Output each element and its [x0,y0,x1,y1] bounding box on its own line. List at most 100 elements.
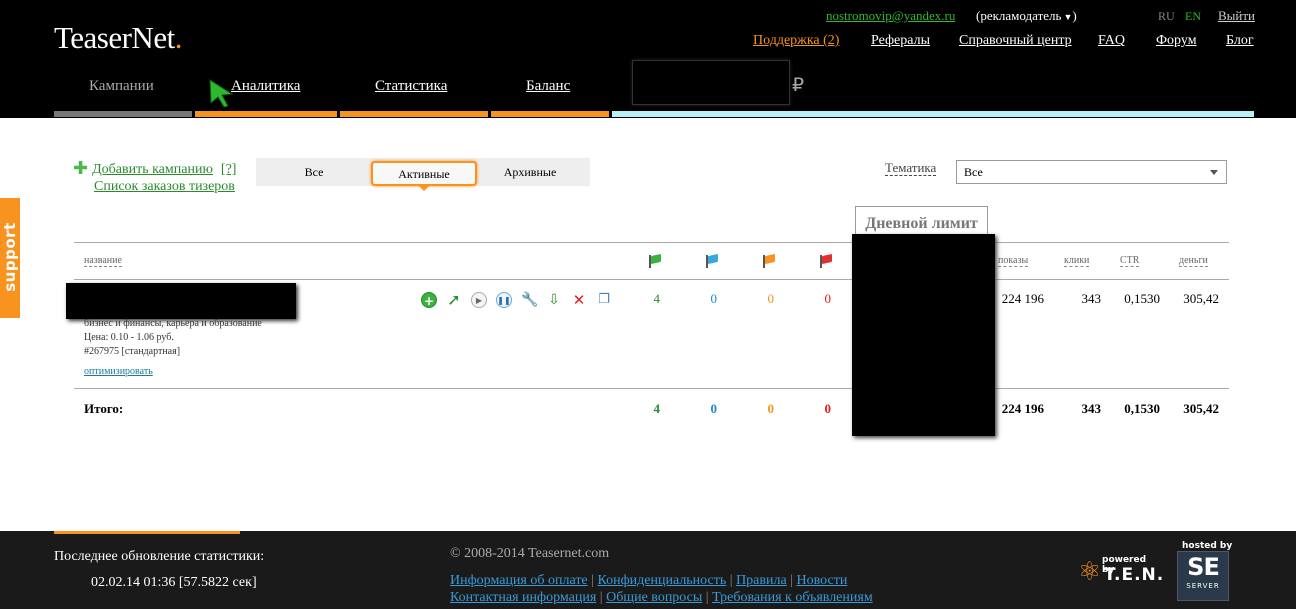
logo[interactable]: TeaserNet. [54,20,182,56]
footer-link-rules[interactable]: Правила [736,573,787,588]
copy-icon[interactable]: ❐ [596,292,612,308]
col-header-ctr[interactable]: CTR [1120,255,1140,267]
active-filter-pointer [419,186,429,191]
play-icon[interactable]: ▶ [471,292,487,308]
tab-balance[interactable]: Баланс [526,78,570,95]
atom-icon: ⚛ [1078,557,1102,587]
row-blue-count: 0 [710,291,718,306]
add-teaser-icon[interactable]: + [421,292,437,308]
delete-icon[interactable]: ✕ [571,292,587,308]
total-ctr: 0,1530 [1124,401,1160,416]
tab-underline-analytics [195,111,337,117]
mouse-cursor-icon [209,79,234,108]
daily-limit-header[interactable]: Дневной лимит [855,206,988,236]
ruble-sign: ₽ [792,74,805,96]
nav-referrals[interactable]: Рефералы [871,33,930,49]
nav-forum[interactable]: Форум [1156,33,1197,49]
row-ctr: 0,1530 [1124,291,1160,306]
tab-underline-statistics [340,111,488,117]
chevron-down-icon [1210,170,1218,175]
lang-en[interactable]: EN [1185,9,1201,24]
balance-redacted [632,60,790,105]
teaser-orders-link[interactable]: Список заказов тизеров [94,179,235,195]
pause-icon[interactable]: ❚❚ [496,292,512,308]
campaign-price: Цена: 0.10 - 1.06 руб. [84,332,174,343]
optimize-link[interactable]: оптимизировать [84,366,153,377]
filter-archive[interactable]: Архивные [478,158,582,186]
row-money: 305,42 [1183,291,1219,306]
col-header-clicks[interactable]: клики [1064,255,1090,267]
row-shows: 224 196 [1001,291,1044,306]
support-side-tab[interactable]: support [0,198,20,318]
server-logo-mark: SE [1187,553,1220,581]
filter-active[interactable]: Активные [371,161,477,186]
tab-underline-balance [491,111,609,117]
tab-underline-balance-amount [612,111,1254,117]
nav-help-center[interactable]: Справочный центр [959,33,1072,49]
footer-link-payment-info[interactable]: Информация об оплате [450,573,588,588]
footer-link-news[interactable]: Новости [797,573,848,588]
filter-tabs: Все Активные Архивные [256,158,590,186]
table-divider [74,279,1229,280]
copyright: © 2008-2014 Teasernet.com [450,546,610,561]
col-header-name[interactable]: название [84,255,122,267]
total-money: 305,42 [1183,401,1219,416]
col-header-money[interactable]: деньги [1179,255,1208,267]
last-update-label: Последнее обновление статистики: [54,549,265,564]
footer-link-general-questions[interactable]: Общие вопросы [606,590,702,605]
hosted-by-label: hosted by [1182,541,1233,551]
server-logo[interactable]: SE SERVER [1177,551,1229,601]
total-clicks: 343 [1081,401,1102,416]
table-divider [74,242,1229,243]
user-email-link[interactable]: nostromovip@yandex.ru [826,8,955,24]
server-logo-label: SERVER [1186,582,1220,590]
topic-select-value: Все [964,165,983,179]
footer-link-privacy[interactable]: Конфиденциальность [597,573,726,588]
footer-links-row-2: Контактная информация | Общие вопросы | … [450,590,873,605]
total-shows: 224 196 [1001,401,1044,416]
orange-flag-icon[interactable] [762,253,776,269]
total-blue-count: 0 [710,401,718,416]
topic-label[interactable]: Тематика [885,160,937,176]
filter-all[interactable]: Все [256,158,372,186]
ten-label: T.E.N. [1104,565,1165,585]
campaign-topic: бизнес и финансы, карьера и образование [84,318,262,329]
open-arrow-icon[interactable]: ➚ [446,292,462,308]
tab-campaigns[interactable]: Кампании [89,78,154,95]
row-green-count: 4 [653,291,661,306]
add-campaign-link[interactable]: Добавить кампанию [92,162,213,177]
tab-analytics[interactable]: Аналитика [231,78,300,95]
footer-link-contacts[interactable]: Контактная информация [450,590,596,605]
campaign-name-redacted [66,283,296,319]
lang-ru[interactable]: RU [1158,9,1175,24]
logout-link[interactable]: Выйти [1218,8,1255,24]
topic-select[interactable]: Все [956,160,1227,184]
support-tab-label: support [1,222,19,292]
total-orange-count: 0 [767,401,775,416]
role-select[interactable]: (рекламодатель ▼) [976,8,1077,24]
nav-faq[interactable]: FAQ [1098,33,1125,49]
nav-blog[interactable]: Блог [1226,33,1254,49]
last-update-value: 02.02.14 01:36 [57.5822 сек] [91,575,257,590]
nav-support[interactable]: Поддержка (2) [753,33,839,49]
col-header-shows[interactable]: показы [998,255,1029,267]
red-flag-icon[interactable] [819,253,833,269]
daily-limit-redacted [852,234,995,436]
row-clicks: 343 [1081,291,1102,306]
total-label: Итого: [84,401,124,416]
footer-accent [54,531,240,534]
plus-icon: ✚ [73,158,89,179]
footer-links-row-1: Информация об оплате | Конфиденциальност… [450,573,848,588]
total-red-count: 0 [824,401,832,416]
tab-statistics[interactable]: Статистика [375,78,447,95]
green-flag-icon[interactable] [648,253,662,269]
blue-flag-icon[interactable] [705,253,719,269]
footer-link-ad-requirements[interactable]: Требования к объявлениям [712,590,873,605]
header: TeaserNet. nostromovip@yandex.ru (реклам… [0,0,1296,118]
powered-by-ten-logo[interactable]: ⚛ powered by T.E.N. [1078,553,1163,593]
wrench-icon[interactable]: 🔧 [521,292,538,308]
help-link[interactable]: [?] [221,162,237,177]
download-icon[interactable]: ⇩ [546,292,562,308]
campaign-id: #267975 [стандартная] [84,346,181,357]
add-campaign[interactable]: ✚ Добавить кампанию [?] [73,158,236,179]
